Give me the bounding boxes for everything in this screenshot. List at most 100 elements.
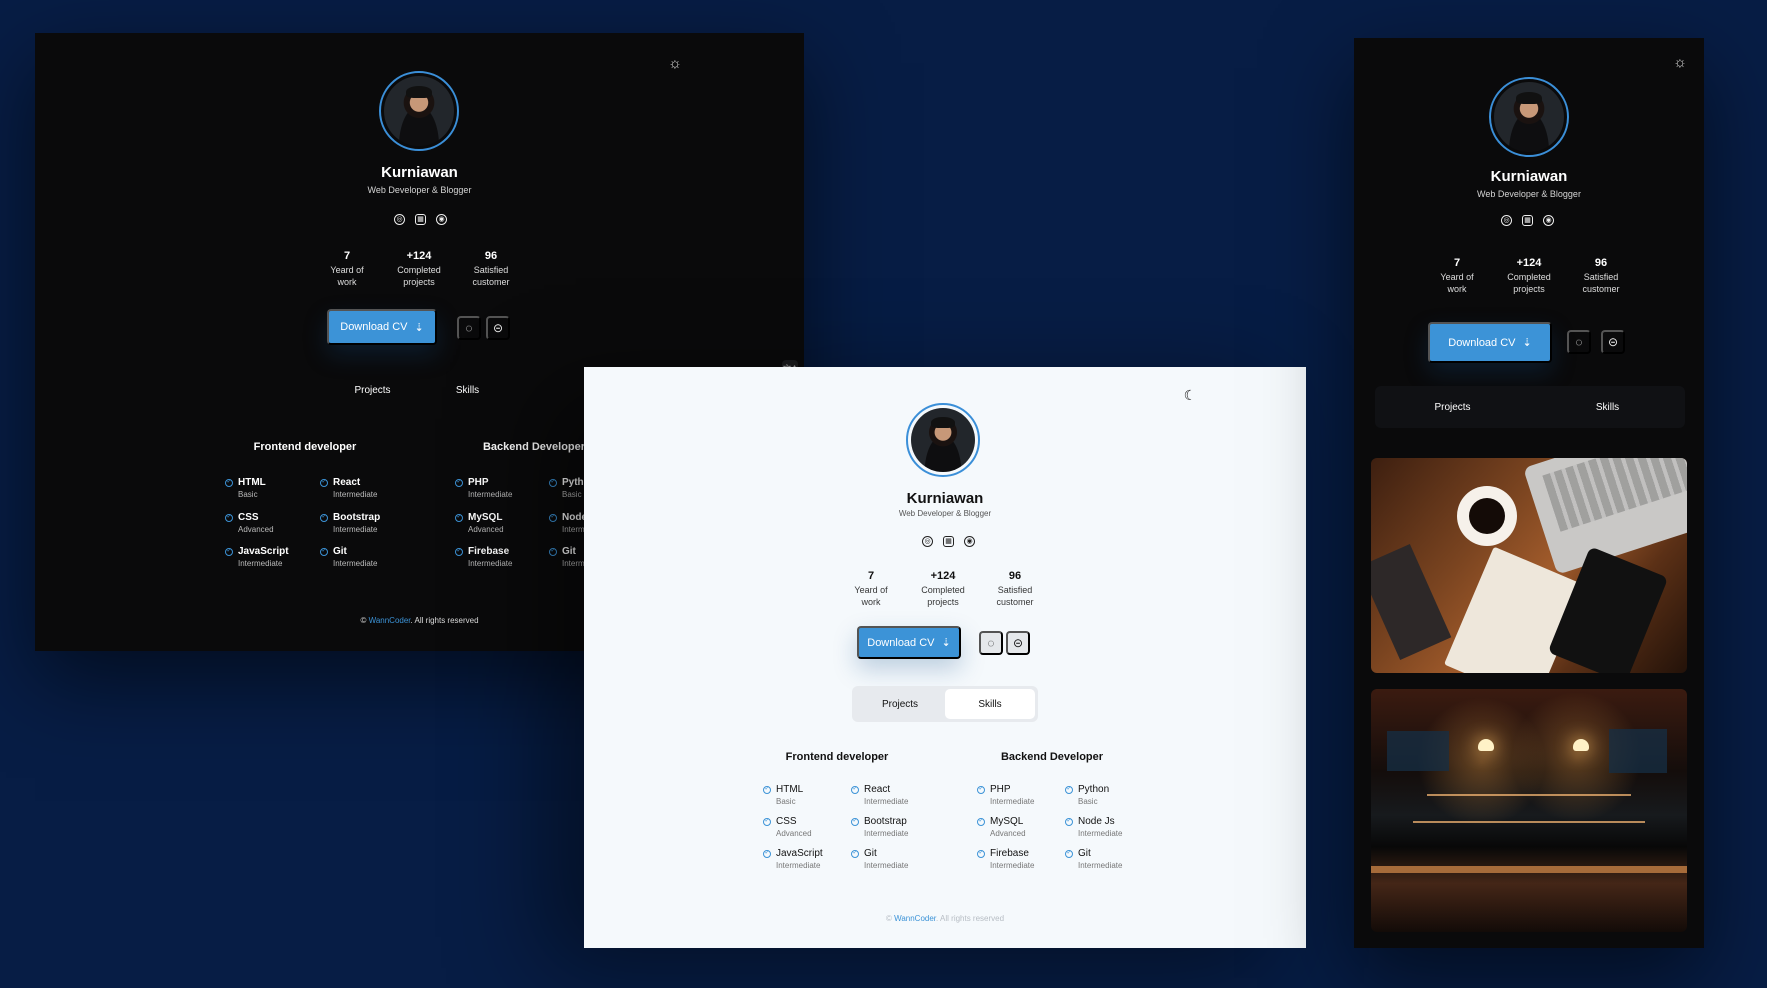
download-icon: ⇣ [414, 321, 424, 334]
pendant-lamp-image-detail [1478, 739, 1494, 751]
stat-label: Completed [397, 265, 441, 275]
check-icon: ✓ [977, 786, 985, 794]
profile-stats: 7 Yeard of work +124 Completed projects … [1421, 256, 1637, 295]
stat-customers: 96 Satisfied customer [1565, 256, 1637, 295]
skill-level: Intermediate [333, 559, 378, 568]
skill-git-frontend: ✓ Git Intermediate [851, 848, 939, 876]
tab-skills[interactable]: Skills [420, 367, 515, 413]
whatsapp-icon: ◌ [465, 321, 473, 335]
skill-name: CSS [238, 512, 259, 523]
profile-avatar [906, 403, 980, 477]
stat-label: projects [1513, 284, 1545, 294]
skill-react: ✓ React Intermediate [320, 477, 408, 505]
skill-name: PHP [990, 784, 1011, 795]
skill-level: Intermediate [864, 861, 909, 870]
download-cv-button[interactable]: Download CV ⇣ [327, 309, 437, 345]
github-icon[interactable]: ◉ [436, 214, 447, 225]
messenger-button[interactable]: ⊝ [486, 316, 510, 340]
skill-level: Intermediate [864, 829, 909, 838]
skill-name: Git [1078, 848, 1091, 859]
footer-rights: . All rights reserved [936, 914, 1005, 923]
skill-name: React [864, 784, 891, 795]
menu-board-image-detail [1387, 731, 1449, 771]
stat-label: projects [927, 597, 959, 607]
skill-bootstrap: ✓ Bootstrap Intermediate [320, 512, 408, 540]
messenger-button[interactable]: ⊝ [1006, 631, 1030, 655]
whatsapp-button[interactable]: ◌ [457, 316, 481, 340]
stat-label: work [1447, 284, 1467, 294]
skill-level: Intermediate [864, 797, 909, 806]
dark-mode-toggle[interactable]: ☾ [1182, 387, 1198, 403]
footer-brand[interactable]: WannCoder [369, 616, 411, 625]
skill-level: Intermediate [990, 861, 1035, 870]
download-icon: ⇣ [941, 637, 951, 649]
stat-projects: +124 Completed projects [1493, 256, 1565, 295]
check-icon: ✓ [320, 479, 328, 487]
stat-value: 96 [1008, 570, 1022, 582]
menu-board-image-detail [1609, 729, 1667, 773]
github-icon[interactable]: ◉ [964, 536, 975, 547]
download-cv-label: Download CV [867, 636, 935, 649]
stat-years: 7 Yeard of work [835, 569, 907, 608]
stat-label: projects [403, 277, 435, 287]
light-mode-toggle[interactable]: ☼ [667, 55, 683, 72]
profile-name: Kurniawan [381, 164, 458, 181]
skill-mysql: ✓ MySQL Advanced [977, 816, 1065, 844]
skill-react: ✓ React Intermediate [851, 784, 939, 812]
coffee-cup-image-detail [1457, 486, 1517, 546]
footer-copyright-symbol: © [885, 914, 892, 923]
instagram-icon[interactable]: ◎ [922, 536, 933, 547]
content-tabs: Projects Skills [852, 686, 1038, 722]
check-icon: ✓ [225, 548, 233, 556]
check-icon: ✓ [225, 479, 233, 487]
social-links: ◎ ▦ ◉ [922, 536, 975, 547]
profile-stats: 7 Yeard of work +124 Completed projects … [835, 569, 1051, 608]
skill-name: PHP [468, 477, 489, 488]
tab-skills[interactable]: Skills [1530, 386, 1685, 428]
moon-icon: ☾ [1183, 386, 1197, 403]
skill-css: ✓ CSS Advanced [763, 816, 851, 844]
whatsapp-button[interactable]: ◌ [979, 631, 1003, 655]
stat-label: Satisfied [997, 585, 1033, 595]
stat-label: customer [472, 277, 510, 287]
whatsapp-button[interactable]: ◌ [1567, 330, 1591, 354]
download-cv-button[interactable]: Download CV ⇣ [1428, 322, 1552, 363]
skill-php: ✓ PHP Intermediate [977, 784, 1065, 812]
check-icon: ✓ [225, 514, 233, 522]
github-icon[interactable]: ◉ [1543, 215, 1554, 226]
stat-projects: +124 Completed projects [383, 249, 455, 288]
instagram-icon[interactable]: ◎ [1501, 215, 1512, 226]
light-mode-toggle[interactable]: ☼ [1672, 54, 1688, 71]
linkedin-icon[interactable]: ▦ [415, 214, 426, 225]
messenger-button[interactable]: ⊝ [1601, 330, 1625, 354]
profile-name: Kurniawan [906, 490, 984, 507]
profile-role: Web Developer & Blogger [367, 185, 472, 195]
stat-projects: +124 Completed projects [907, 569, 979, 608]
profile-stats: 7 Yeard of work +124 Completed projects … [311, 249, 527, 288]
skill-javascript: ✓ JavaScript Intermediate [763, 848, 851, 876]
skill-name: Git [333, 546, 347, 557]
check-icon: ✓ [455, 514, 463, 522]
linkedin-icon[interactable]: ▦ [1522, 215, 1533, 226]
stat-value: 7 [343, 250, 351, 262]
stat-customers: 96 Satisfied customer [455, 249, 527, 288]
content-tabs: Projects Skills [1375, 386, 1685, 428]
skill-css: ✓ CSS Advanced [225, 512, 313, 540]
skill-level: Intermediate [333, 525, 378, 534]
tab-projects[interactable]: Projects [325, 367, 420, 413]
project-image-coffee-workspace[interactable] [1371, 458, 1687, 673]
instagram-icon[interactable]: ◎ [394, 214, 405, 225]
tab-projects[interactable]: Projects [1375, 386, 1530, 428]
footer-brand[interactable]: WannCoder [894, 914, 936, 923]
download-cv-label: Download CV [340, 321, 408, 333]
download-cv-button[interactable]: Download CV ⇣ [857, 626, 961, 659]
tab-skills[interactable]: Skills [945, 689, 1035, 719]
bar-shelf-image-detail [1413, 821, 1645, 823]
download-icon: ⇣ [1522, 337, 1532, 349]
skill-name: Node Js [1078, 816, 1115, 827]
project-image-bar-interior[interactable] [1371, 689, 1687, 932]
profile-avatar [1489, 77, 1569, 157]
linkedin-icon[interactable]: ▦ [943, 536, 954, 547]
tab-projects[interactable]: Projects [855, 689, 945, 719]
skill-name: Bootstrap [864, 816, 907, 827]
